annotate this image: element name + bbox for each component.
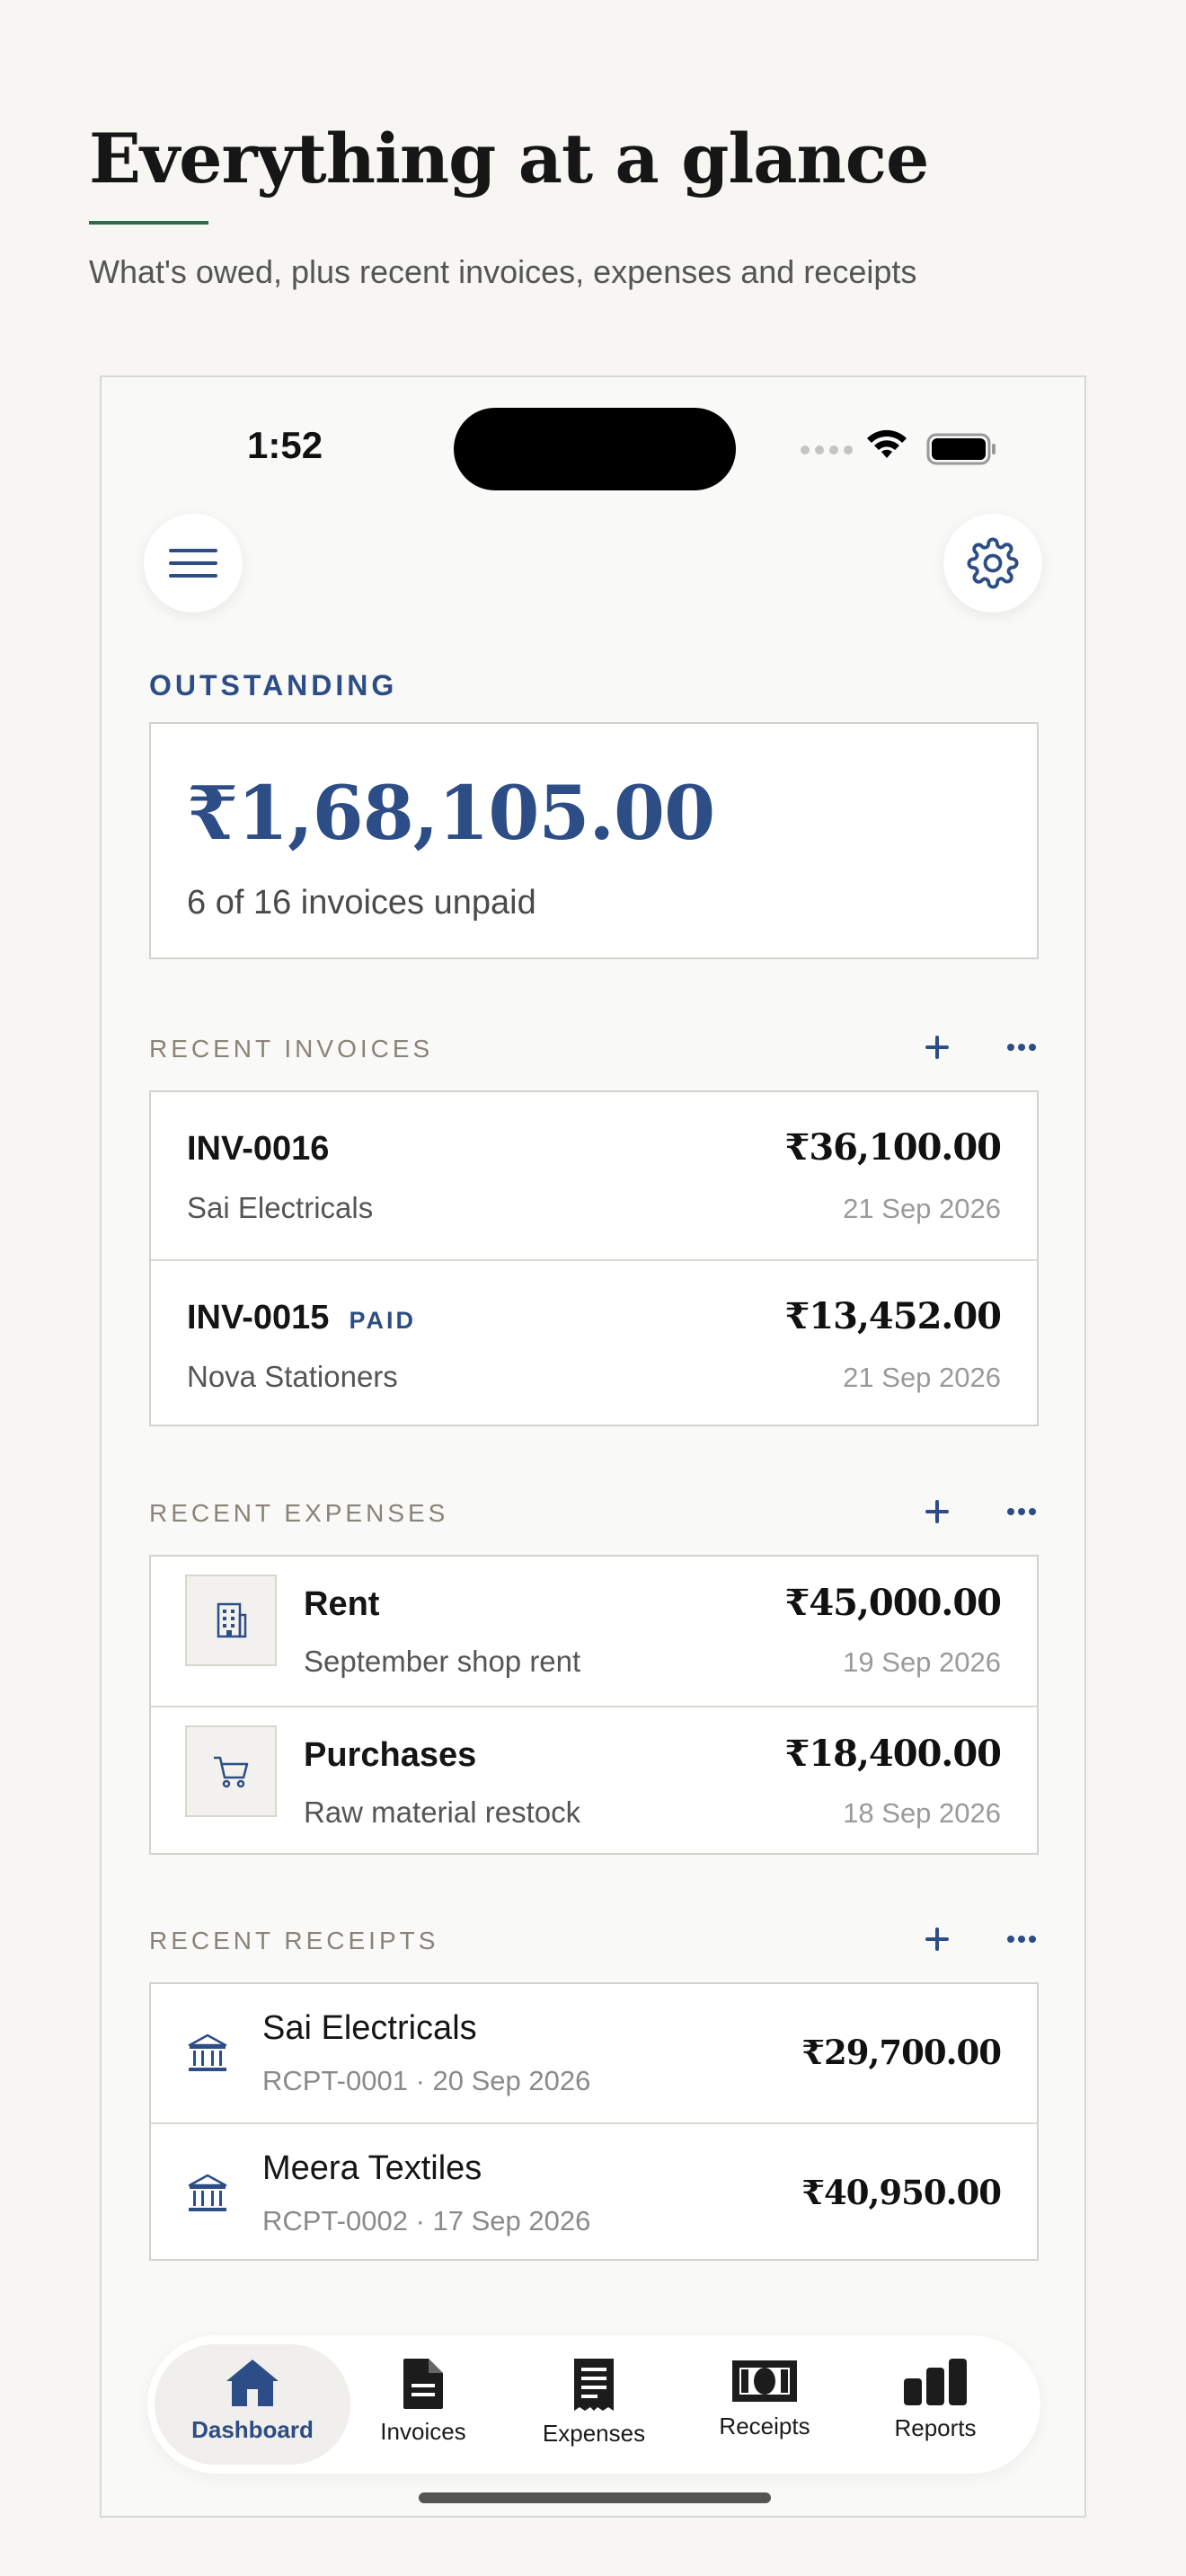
settings-button[interactable] [943,514,1042,613]
tab-label: Reports [894,2414,977,2441]
page-title: Everything at a glance [89,119,929,198]
invoice-client: Nova Stationers [187,1360,398,1393]
add-expense-button[interactable] [919,1494,955,1530]
cellular-signal-icon [801,446,853,454]
invoice-amount: ₹13,452.00 [784,1295,1002,1337]
tab-label: Receipts [719,2413,810,2439]
banknote-icon [732,2360,797,2402]
outstanding-amount: ₹1,68,105.00 [187,771,715,857]
expense-category-icon [185,1575,277,1666]
invoice-amount: ₹36,100.00 [784,1126,1002,1169]
expense-date: 19 Sep 2026 [843,1646,1001,1678]
plus-icon [925,1500,949,1523]
invoice-row[interactable]: INV-0016 Sai Electricals ₹36,100.00 21 S… [151,1092,1037,1259]
more-horizontal-icon [1007,1508,1036,1515]
tab-receipts[interactable]: Receipts [667,2344,863,2465]
receipt-amount: ₹29,700.00 [801,2033,1002,2072]
expense-row[interactable]: Purchases Raw material restock ₹18,400.0… [151,1706,1037,1855]
receipt-meta: RCPT-0001 · 20 Sep 2026 [262,2065,591,2096]
more-horizontal-icon [1007,1044,1036,1051]
receipts-section-label: RECENT RECEIPTS [149,1927,439,1954]
home-icon [226,2360,279,2406]
expense-category: Rent [304,1585,380,1623]
tab-invoices[interactable]: Invoices [325,2344,521,2465]
outstanding-card[interactable]: ₹1,68,105.00 6 of 16 invoices unpaid [149,722,1039,959]
menu-button[interactable] [144,514,243,613]
home-indicator[interactable] [419,2492,771,2503]
receipt-payer: Meera Textiles [262,2149,482,2187]
expense-description: September shop rent [304,1645,581,1678]
receipt-meta: RCPT-0002 · 17 Sep 2026 [262,2205,591,2236]
receipt-row[interactable]: Sai Electricals RCPT-0001 · 20 Sep 2026 … [151,1984,1037,2122]
receipts-card: Sai Electricals RCPT-0001 · 20 Sep 2026 … [149,1982,1039,2261]
expense-amount: ₹45,000.00 [784,1582,1002,1624]
status-time: 1:52 [247,424,323,466]
receipts-more-button[interactable] [1002,1921,1041,1957]
bank-icon [188,2033,227,2071]
expenses-more-button[interactable] [1002,1494,1041,1530]
invoice-number-line: INV-0015 PAID [187,1299,416,1337]
expense-description: Raw material restock [304,1795,581,1829]
expenses-card: Rent September shop rent ₹45,000.00 19 S… [149,1555,1039,1855]
expense-category-icon [185,1725,277,1817]
phone-frame: 1:52 OUTSTANDING ₹1,68,105.00 6 of 16 in… [100,375,1086,2518]
invoice-number: INV-0016 [187,1130,330,1168]
cart-icon [214,1756,249,1788]
tab-label: Expenses [542,2420,646,2447]
receipt-payer: Sai Electricals [262,2009,477,2047]
unpaid-count: 6 of 16 invoices unpaid [187,884,536,922]
expense-category: Purchases [304,1736,477,1774]
hamburger-icon [169,549,217,578]
receipt-amount: ₹40,950.00 [801,2173,1002,2212]
building-icon [217,1602,247,1638]
outstanding-label: OUTSTANDING [149,669,398,701]
title-underline [89,221,208,225]
add-receipt-button[interactable] [919,1921,955,1957]
expense-date: 18 Sep 2026 [843,1797,1001,1829]
more-horizontal-icon [1007,1936,1036,1943]
bottom-tab-bar: Dashboard Invoices Expenses Receipts Rep… [147,2335,1040,2474]
invoice-date: 21 Sep 2026 [843,1193,1001,1224]
tab-expenses[interactable]: Expenses [496,2344,692,2465]
document-icon [403,2359,443,2409]
plus-icon [925,1036,949,1059]
tab-dashboard[interactable]: Dashboard [155,2344,350,2465]
invoices-section-label: RECENT INVOICES [149,1035,434,1063]
page-subtitle: What's owed, plus recent invoices, expen… [89,253,917,290]
expense-amount: ₹18,400.00 [784,1733,1002,1775]
tab-label: Invoices [380,2418,466,2445]
bank-icon [188,2174,227,2211]
plus-icon [925,1928,949,1951]
invoice-date: 21 Sep 2026 [843,1362,1001,1393]
wifi-icon [867,429,907,458]
tab-reports[interactable]: Reports [837,2344,1033,2465]
invoice-number: INV-0015 [187,1299,330,1337]
invoice-row[interactable]: INV-0015 PAID Nova Stationers ₹13,452.00 … [151,1259,1037,1426]
gear-icon [967,537,1019,589]
receipt-row[interactable]: Meera Textiles RCPT-0002 · 17 Sep 2026 ₹… [151,2122,1037,2261]
expenses-section-label: RECENT EXPENSES [149,1499,449,1527]
invoice-client: Sai Electricals [187,1191,374,1224]
dynamic-island [454,408,736,490]
invoices-more-button[interactable] [1002,1029,1041,1065]
paid-badge: PAID [349,1307,416,1334]
invoices-card: INV-0016 Sai Electricals ₹36,100.00 21 S… [149,1090,1039,1426]
expense-row[interactable]: Rent September shop rent ₹45,000.00 19 S… [151,1557,1037,1706]
bar-chart-icon [904,2359,967,2405]
receipt-list-icon [574,2359,614,2411]
tab-label: Dashboard [191,2416,314,2443]
battery-icon [926,433,996,465]
add-invoice-button[interactable] [919,1029,955,1065]
